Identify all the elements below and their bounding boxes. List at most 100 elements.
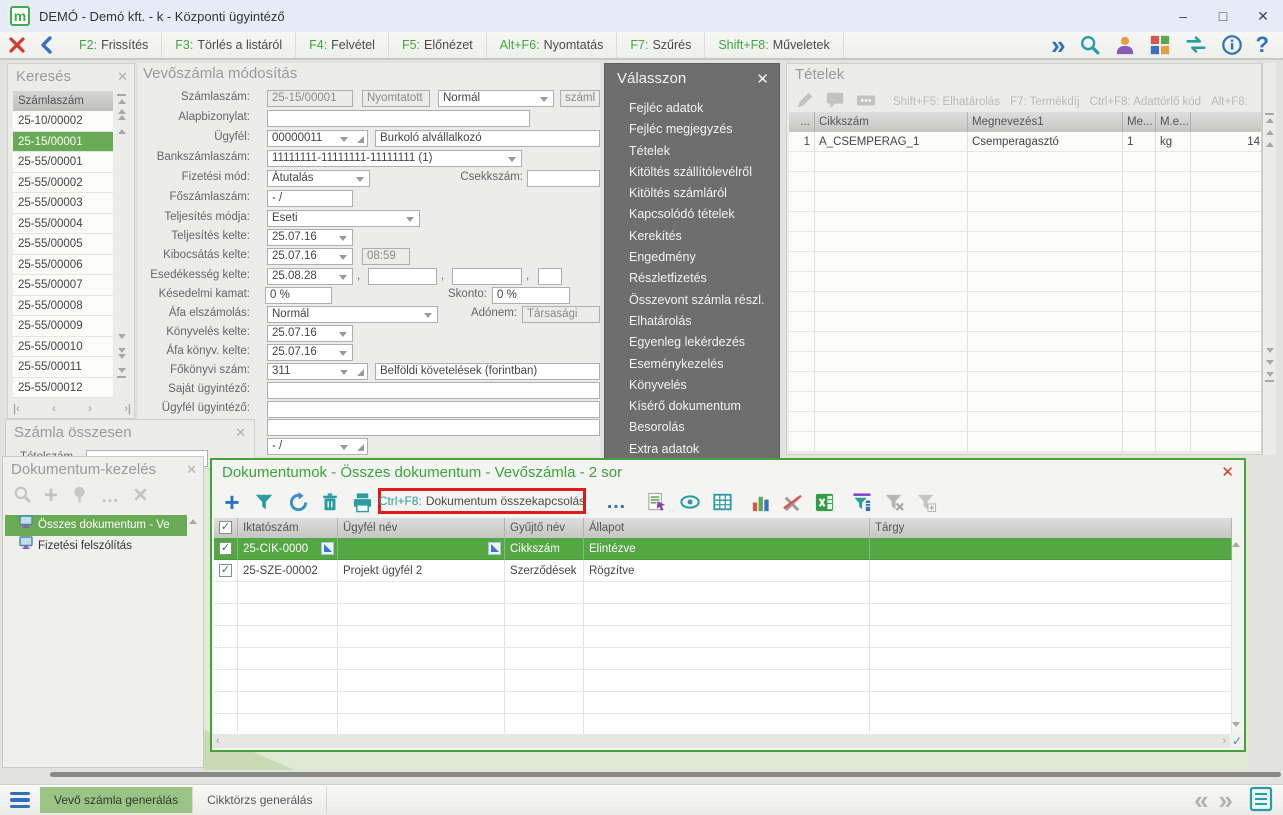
invoice-list-item[interactable]: 25-15/00001 bbox=[13, 132, 113, 153]
customer-agent-field[interactable] bbox=[267, 401, 600, 418]
link-documents-button[interactable]: Ctrl+F8: Dokumentum összekapcsolás bbox=[378, 488, 586, 514]
line-items-header-cell[interactable]: Cikkszám bbox=[815, 112, 968, 132]
document-management-close-icon[interactable]: ✕ bbox=[186, 462, 197, 478]
line-items-header-cell[interactable]: ... bbox=[789, 112, 815, 132]
invoice-list-item[interactable]: 25-55/00010 bbox=[13, 337, 113, 358]
invoice-list-item[interactable]: 25-55/00005 bbox=[13, 234, 113, 255]
close-button[interactable]: ✕ bbox=[1243, 1, 1283, 31]
preview-eye-icon[interactable] bbox=[678, 490, 702, 514]
documents-header-cell[interactable]: Tárgy bbox=[870, 518, 1232, 538]
hidden-row-field[interactable] bbox=[267, 419, 600, 436]
line-items-header-cell[interactable]: Megnevezés1 bbox=[968, 112, 1123, 132]
dropdown-arrow-icon[interactable] bbox=[339, 351, 347, 356]
documents-confirm-icon[interactable]: ✓ bbox=[1230, 734, 1244, 748]
chooser-item[interactable]: Egyenleg lekérdezés bbox=[629, 332, 775, 353]
extra-combo[interactable]: - / bbox=[267, 438, 368, 455]
menu-hamburger-icon[interactable] bbox=[10, 792, 30, 809]
invoice-list-item[interactable]: 25-55/00008 bbox=[13, 296, 113, 317]
bank-account-combo[interactable]: 11111111-11111111-11111111 (1) bbox=[267, 150, 522, 167]
fulfillment-date-combo[interactable]: 25.07.16 bbox=[267, 229, 353, 246]
document-type-item[interactable]: Összes dokumentum - Ve bbox=[5, 515, 187, 536]
invoice-list-item[interactable]: 25-10/00002 bbox=[13, 111, 113, 132]
documents-hscrollbar[interactable]: ‹ › bbox=[212, 734, 1230, 748]
toolbar-button-3[interactable]: F4:Felvétel bbox=[296, 32, 389, 58]
chooser-item[interactable]: Kitöltés számláról bbox=[629, 183, 775, 204]
own-agent-field[interactable] bbox=[267, 382, 600, 399]
pager-first-button[interactable]: |‹ bbox=[13, 403, 20, 415]
sync-icon[interactable] bbox=[1184, 32, 1208, 58]
toolbar-ellipsis-icon[interactable]: … bbox=[604, 490, 628, 514]
dropdown-arrow-icon[interactable] bbox=[340, 137, 348, 142]
abort-icon[interactable] bbox=[0, 32, 34, 58]
search-panel-close-icon[interactable]: ✕ bbox=[117, 69, 128, 85]
dropdown-arrow-icon[interactable] bbox=[339, 255, 347, 260]
document-type-item[interactable]: Fizetési felszólítás bbox=[5, 536, 187, 557]
booking-date-combo[interactable]: 25.07.16 bbox=[267, 325, 353, 342]
dropdown-arrow-icon[interactable] bbox=[340, 445, 348, 450]
modules-grid-icon[interactable] bbox=[1149, 32, 1171, 58]
documents-header-checkbox[interactable]: ✓ bbox=[214, 518, 238, 538]
dropdown-arrow-icon[interactable] bbox=[339, 275, 347, 280]
invoice-total-close-icon[interactable]: ✕ bbox=[235, 425, 246, 441]
chooser-item[interactable]: Fejléc adatok bbox=[629, 98, 775, 119]
dropdown-arrow-icon[interactable] bbox=[339, 236, 347, 241]
due-extra-3[interactable] bbox=[538, 268, 562, 285]
chooser-item[interactable]: Besorolás bbox=[629, 417, 775, 438]
fulfillment-mode-combo[interactable]: Eseti bbox=[267, 210, 420, 227]
refresh-icon[interactable] bbox=[286, 490, 310, 514]
toolbar-button-4[interactable]: F5:Előnézet bbox=[389, 32, 487, 58]
ledger-name-field[interactable]: Belföldi követelések (forintban) bbox=[375, 363, 600, 380]
lookup-corner-icon[interactable] bbox=[357, 136, 364, 143]
list-scroll-top-icons[interactable] bbox=[117, 94, 126, 134]
delete-icon[interactable] bbox=[318, 490, 342, 514]
invoice-number-field[interactable]: 25-15/00001 bbox=[267, 90, 353, 107]
line-items-header-cell[interactable]: M.e... bbox=[1156, 112, 1191, 132]
checkbox-checked-icon[interactable]: ✓ bbox=[219, 542, 232, 555]
documents-header-cell[interactable]: Iktatószám bbox=[238, 518, 338, 538]
document-row[interactable]: ✓25-CIK-0000CikkszámElintézve bbox=[214, 538, 1232, 560]
invoice-list-item[interactable]: 25-55/00006 bbox=[13, 255, 113, 276]
documents-scroll-up-icon[interactable] bbox=[1232, 542, 1240, 547]
help-icon[interactable]: ? bbox=[1256, 32, 1269, 58]
toolbar-button-2[interactable]: F3:Törlés a listáról bbox=[162, 32, 296, 58]
skonto-field[interactable]: 0 % bbox=[492, 287, 570, 304]
chooser-item[interactable]: Kapcsolódó tételek bbox=[629, 204, 775, 225]
hscroll-left-icon[interactable]: ‹ bbox=[216, 735, 220, 747]
lookup-corner-icon[interactable] bbox=[357, 369, 364, 376]
chooser-item[interactable]: Összevont számla részl. bbox=[629, 290, 775, 311]
task-list-icon[interactable] bbox=[1249, 786, 1273, 815]
hscroll-right-icon[interactable]: › bbox=[1222, 735, 1226, 747]
list-scroll-bottom-icons[interactable] bbox=[117, 334, 126, 378]
due-extra-1[interactable] bbox=[368, 268, 437, 285]
line-item-row[interactable]: 1A_CSEMPERAG_1Csemperagasztó1kg14 bbox=[789, 132, 1262, 152]
documents-header-cell[interactable]: Ügyfél név bbox=[338, 518, 505, 538]
main-account-field[interactable]: - / bbox=[267, 190, 353, 207]
tools-disabled-icon[interactable] bbox=[780, 490, 804, 514]
toolbar-button-7[interactable]: Shift+F8:Műveletek bbox=[705, 32, 843, 58]
taskbar-tab[interactable]: Cikktörzs generálás bbox=[193, 787, 327, 813]
checkbox-checked-icon[interactable]: ✓ bbox=[219, 564, 232, 577]
taskbar-tab[interactable]: Vevő számla generálás bbox=[40, 787, 193, 813]
minimize-button[interactable]: – bbox=[1163, 1, 1203, 31]
dropdown-arrow-icon[interactable] bbox=[339, 332, 347, 337]
task-prev-icon[interactable]: « bbox=[1194, 790, 1208, 810]
invoice-list-item[interactable]: 25-55/00003 bbox=[13, 193, 113, 214]
dropdown-arrow-icon[interactable] bbox=[406, 217, 414, 222]
document-row-checkbox-cell[interactable]: ✓ bbox=[214, 560, 238, 582]
check-number-field[interactable] bbox=[527, 170, 600, 187]
invoice-list-item[interactable]: 25-55/00001 bbox=[13, 152, 113, 173]
dropdown-arrow-icon[interactable] bbox=[540, 97, 548, 102]
invoice-type-combo[interactable]: Normál bbox=[438, 90, 554, 107]
chooser-close-icon[interactable]: ✕ bbox=[756, 70, 769, 88]
chooser-item[interactable]: Tételek bbox=[629, 141, 775, 162]
issue-time-field[interactable]: 08:59 bbox=[362, 248, 410, 265]
chart-icon[interactable] bbox=[748, 490, 772, 514]
base-document-field[interactable] bbox=[267, 110, 530, 127]
document-row-checkbox-cell[interactable]: ✓ bbox=[214, 538, 238, 560]
maximize-button[interactable]: □ bbox=[1203, 1, 1243, 31]
line-items-header-cell[interactable] bbox=[1191, 112, 1262, 132]
chooser-item[interactable]: Kerekítés bbox=[629, 226, 775, 247]
excel-export-icon[interactable] bbox=[812, 490, 836, 514]
chooser-item[interactable]: Fejléc megjegyzés bbox=[629, 119, 775, 140]
invoice-list-item[interactable]: 25-55/00004 bbox=[13, 214, 113, 235]
